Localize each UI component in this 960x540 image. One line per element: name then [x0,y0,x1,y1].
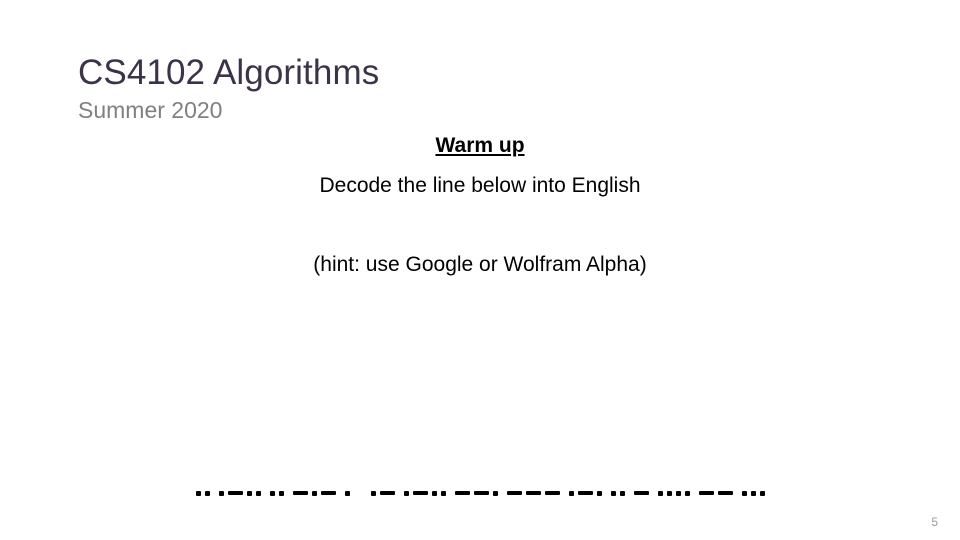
morse-dash-icon [412,491,428,495]
morse-dash-icon [320,491,336,495]
morse-dash-icon [525,491,541,495]
morse-dot-icon [741,490,747,496]
morse-dot-icon [492,490,498,496]
decode-instruction: Decode the line below into English [319,174,641,197]
morse-dash-icon [227,491,243,495]
hint-text: (hint: use Google or Wolfram Alpha) [313,253,647,276]
morse-dot-icon [657,490,663,496]
morse-word [370,490,765,496]
morse-letter [269,490,284,496]
morse-word [195,490,350,496]
morse-letter [292,490,336,496]
morse-dash-icon [506,491,522,495]
page-subtitle: Summer 2020 [78,97,223,123]
morse-dot-icon [344,490,350,496]
morse-dash-icon [544,491,560,495]
slide-body: Warm up Decode the line below into Engli… [160,132,800,280]
morse-dash-icon [698,491,714,495]
morse-letter [698,491,733,495]
morse-dot-icon [246,490,252,496]
page-title: CS4102 Algorithms [78,53,380,92]
morse-dot-icon [311,490,317,496]
morse-letter [454,490,498,496]
morse-dash-icon [577,491,593,495]
morse-dash-icon [473,491,489,495]
morse-dash-icon [379,491,395,495]
morse-letter [370,490,395,496]
morse-dot-icon [195,490,201,496]
page-number: 5 [931,515,938,529]
title-block: CS4102 Algorithms Summer 2020 [78,52,898,124]
morse-dash-icon [292,491,308,495]
morse-dot-icon [204,490,210,496]
warm-up-heading: Warm up [435,134,525,157]
morse-code-block [0,480,960,506]
slide-canvas: CS4102 Algorithms Summer 2020 Warm up De… [0,0,960,540]
morse-dot-icon [255,490,261,496]
morse-letter [344,490,350,496]
morse-dot-icon [440,490,446,496]
morse-letter [506,491,560,495]
morse-code-line [195,480,765,506]
morse-dot-icon [666,490,672,496]
morse-letter [610,490,625,496]
morse-dot-icon [269,490,275,496]
morse-dot-icon [750,490,756,496]
morse-letter [741,490,765,496]
morse-dot-icon [684,490,690,496]
morse-dash-icon [633,491,649,495]
morse-letter [218,490,261,496]
morse-letter [568,490,602,496]
morse-letter [195,490,210,496]
morse-dot-icon [403,490,409,496]
morse-dot-icon [278,490,284,496]
morse-letter [633,491,649,495]
morse-dot-icon [431,490,437,496]
morse-dot-icon [610,490,616,496]
morse-letter [657,490,690,496]
morse-dot-icon [675,490,681,496]
morse-dash-icon [717,491,733,495]
morse-dot-icon [370,490,376,496]
morse-letter [403,490,446,496]
morse-dot-icon [218,490,224,496]
morse-dash-icon [454,491,470,495]
morse-dot-icon [619,490,625,496]
morse-dot-icon [596,490,602,496]
morse-dot-icon [568,490,574,496]
morse-dot-icon [759,490,765,496]
